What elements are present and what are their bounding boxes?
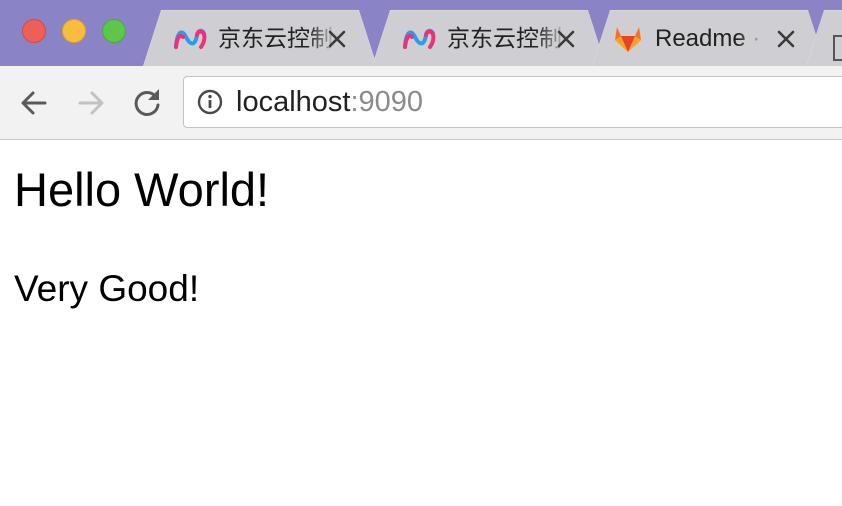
reload-icon[interactable] [130,86,164,120]
url-text: localhost:9090 [236,86,423,118]
forward-arrow-icon[interactable] [74,86,108,120]
tab-title: Readme · [655,25,761,52]
close-tab-icon[interactable] [324,26,350,52]
info-icon[interactable] [197,89,223,115]
jdcloud-logo-icon [173,25,207,53]
page-subheading: Very Good! [14,268,200,309]
tab-strip: 京东云控制台 京东云控制台 Rea [0,0,842,66]
tab-title: 京东云控制台 [218,26,333,52]
tab-readme[interactable]: Readme · [592,10,826,66]
gitlab-logo-icon [611,25,645,53]
window-close-button[interactable] [22,19,46,43]
close-tab-icon[interactable] [773,26,799,52]
back-arrow-icon[interactable] [17,86,51,120]
browser-toolbar: localhost:9090 [0,66,842,140]
close-tab-icon[interactable] [553,26,579,52]
page-icon [833,35,842,61]
window-minimize-button[interactable] [62,19,86,43]
url-host: localhost [236,86,351,118]
address-bar[interactable]: localhost:9090 [183,76,842,128]
tab-jdcloud-console-1[interactable]: 京东云控制台 [143,10,377,66]
page-content: Hello World! Very Good! [0,140,842,506]
url-port: :9090 [350,86,424,118]
page-heading: Hello World! [14,163,270,216]
tab-title: 京东云控制台 [447,26,562,52]
jdcloud-logo-icon [402,25,436,53]
tab-jdcloud-console-2[interactable]: 京东云控制台 [372,10,606,66]
window-maximize-button[interactable] [102,19,126,43]
